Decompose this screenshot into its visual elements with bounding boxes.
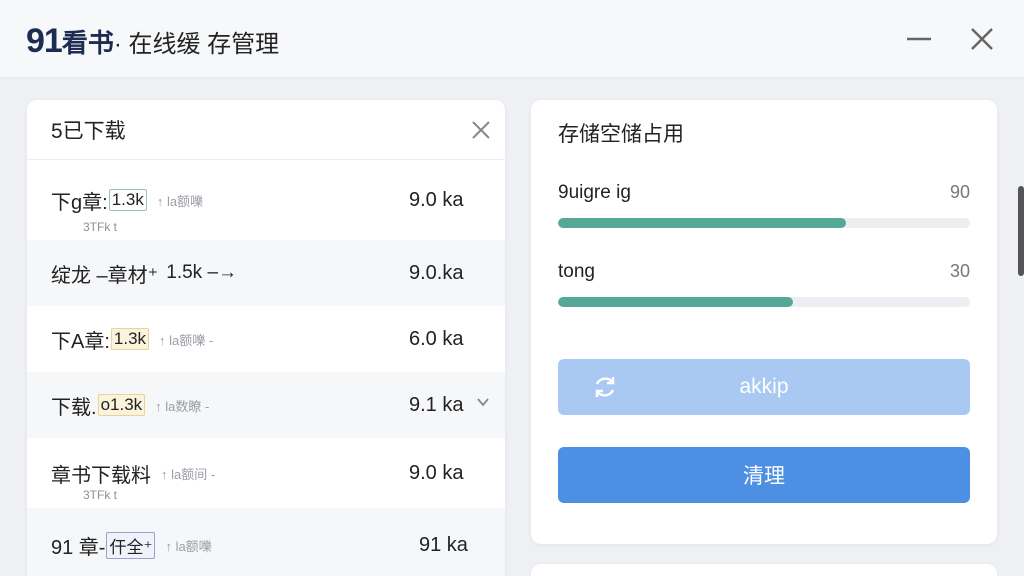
storage-item-label: 9uigre ig (558, 182, 631, 203)
secondary-panel (531, 564, 997, 576)
download-item-meta: ↑ la数瞭 - (155, 398, 210, 414)
storage-item: 9uigre ig 90 (558, 182, 970, 228)
expand-button[interactable] (475, 394, 491, 410)
scrollbar[interactable] (1018, 186, 1024, 276)
download-item-name: 下载. (51, 396, 97, 419)
minimize-icon (907, 37, 931, 41)
download-item-size: 9.0.ka (409, 261, 464, 284)
minimize-button[interactable] (902, 22, 936, 56)
download-item-subline: 3TFk t (83, 488, 118, 502)
app-logo-text: 看书 (61, 28, 114, 58)
download-item-subline: 3TFk t (83, 220, 118, 234)
download-item-meta: ↑ la额嚛 (156, 193, 204, 209)
storage-item-label: tong (558, 261, 595, 282)
storage-title: 存储空储占用 (558, 123, 684, 146)
download-item-meta: 1.5k –→ (166, 262, 238, 283)
storage-progress-bar (558, 297, 970, 307)
download-item-meta: ↑ la额嚛 - (159, 332, 214, 348)
close-icon (971, 28, 993, 50)
title-bar: 91看书· 在线缓 存管理 (0, 0, 1024, 78)
downloads-panel: 5已下载 下g章: 1.3k ↑ la额嚛 3TFk t 9.0 ka 绽龙 –… (27, 100, 505, 576)
storage-progress-fill (558, 218, 847, 228)
sync-icon (595, 377, 615, 397)
download-item[interactable]: 下载. o1.3k ↑ la数瞭 - 9.1 ka (27, 372, 505, 438)
download-list: 下g章: 1.3k ↑ la额嚛 3TFk t 9.0 ka 绽龙 –章材⁺ 1… (27, 160, 505, 576)
download-item-name: 91 章- (51, 536, 106, 559)
app-subtitle: · 在线缓 存管理 (113, 31, 280, 58)
download-item-size: 9.0 ka (409, 188, 464, 211)
download-item-meta: ↑ la额间 - (161, 466, 216, 482)
download-item-size: 91 ka (419, 533, 468, 556)
download-item-name: 下g章: (51, 191, 108, 214)
app-logo-number: 91 (26, 22, 63, 60)
download-item-size: 9.0 ka (409, 461, 464, 484)
download-item-tag: 1.3k (108, 189, 147, 211)
download-item-tag: 仠全⁺ (106, 531, 156, 559)
storage-progress-bar (558, 218, 970, 228)
app-title: 91看书· 在线缓 存管理 (26, 22, 279, 61)
downloads-header: 5已下载 (27, 100, 505, 160)
storage-panel: 存储空储占用 9uigre ig 90 tong 30 akkip 清理 (531, 100, 997, 544)
download-item-name: 章书下载料 (51, 464, 151, 487)
chevron-down-icon (477, 398, 489, 407)
clean-button[interactable]: 清理 (558, 447, 970, 503)
download-item-name: 下A章: (51, 330, 110, 353)
downloads-title: 5已下载 (51, 119, 126, 143)
download-item-size: 9.1 ka (409, 393, 464, 416)
download-item-tag: o1.3k (97, 394, 146, 416)
download-item[interactable]: 下A章: 1.3k ↑ la额嚛 - 6.0 ka (27, 306, 505, 372)
download-item-name: 绽龙 –章材⁺ (51, 264, 159, 287)
backup-button-label: akkip (739, 375, 789, 398)
download-item[interactable]: 91 章- 仠全⁺ ↑ la额嚛 91 ka (27, 508, 505, 576)
download-item[interactable]: 下g章: 1.3k ↑ la额嚛 3TFk t 9.0 ka (27, 160, 505, 240)
close-window-button[interactable] (965, 22, 999, 56)
backup-button[interactable]: akkip (558, 359, 970, 415)
download-item-size: 6.0 ka (409, 327, 464, 350)
storage-progress-fill (558, 297, 793, 307)
download-item[interactable]: 绽龙 –章材⁺ 1.5k –→ 9.0.ka (27, 240, 505, 306)
storage-item: tong 30 (558, 261, 970, 307)
downloads-close-button[interactable] (469, 118, 493, 142)
download-item-tag: 1.3k (110, 328, 150, 350)
storage-item-value: 90 (949, 182, 970, 202)
download-item[interactable]: 章书下载料 ↑ la额间 - 3TFk t 9.0 ka (27, 438, 505, 508)
download-item-meta: ↑ la额嚛 (165, 538, 212, 554)
storage-item-value: 30 (949, 261, 970, 281)
close-icon (472, 121, 490, 139)
clean-button-label: 清理 (743, 465, 785, 488)
